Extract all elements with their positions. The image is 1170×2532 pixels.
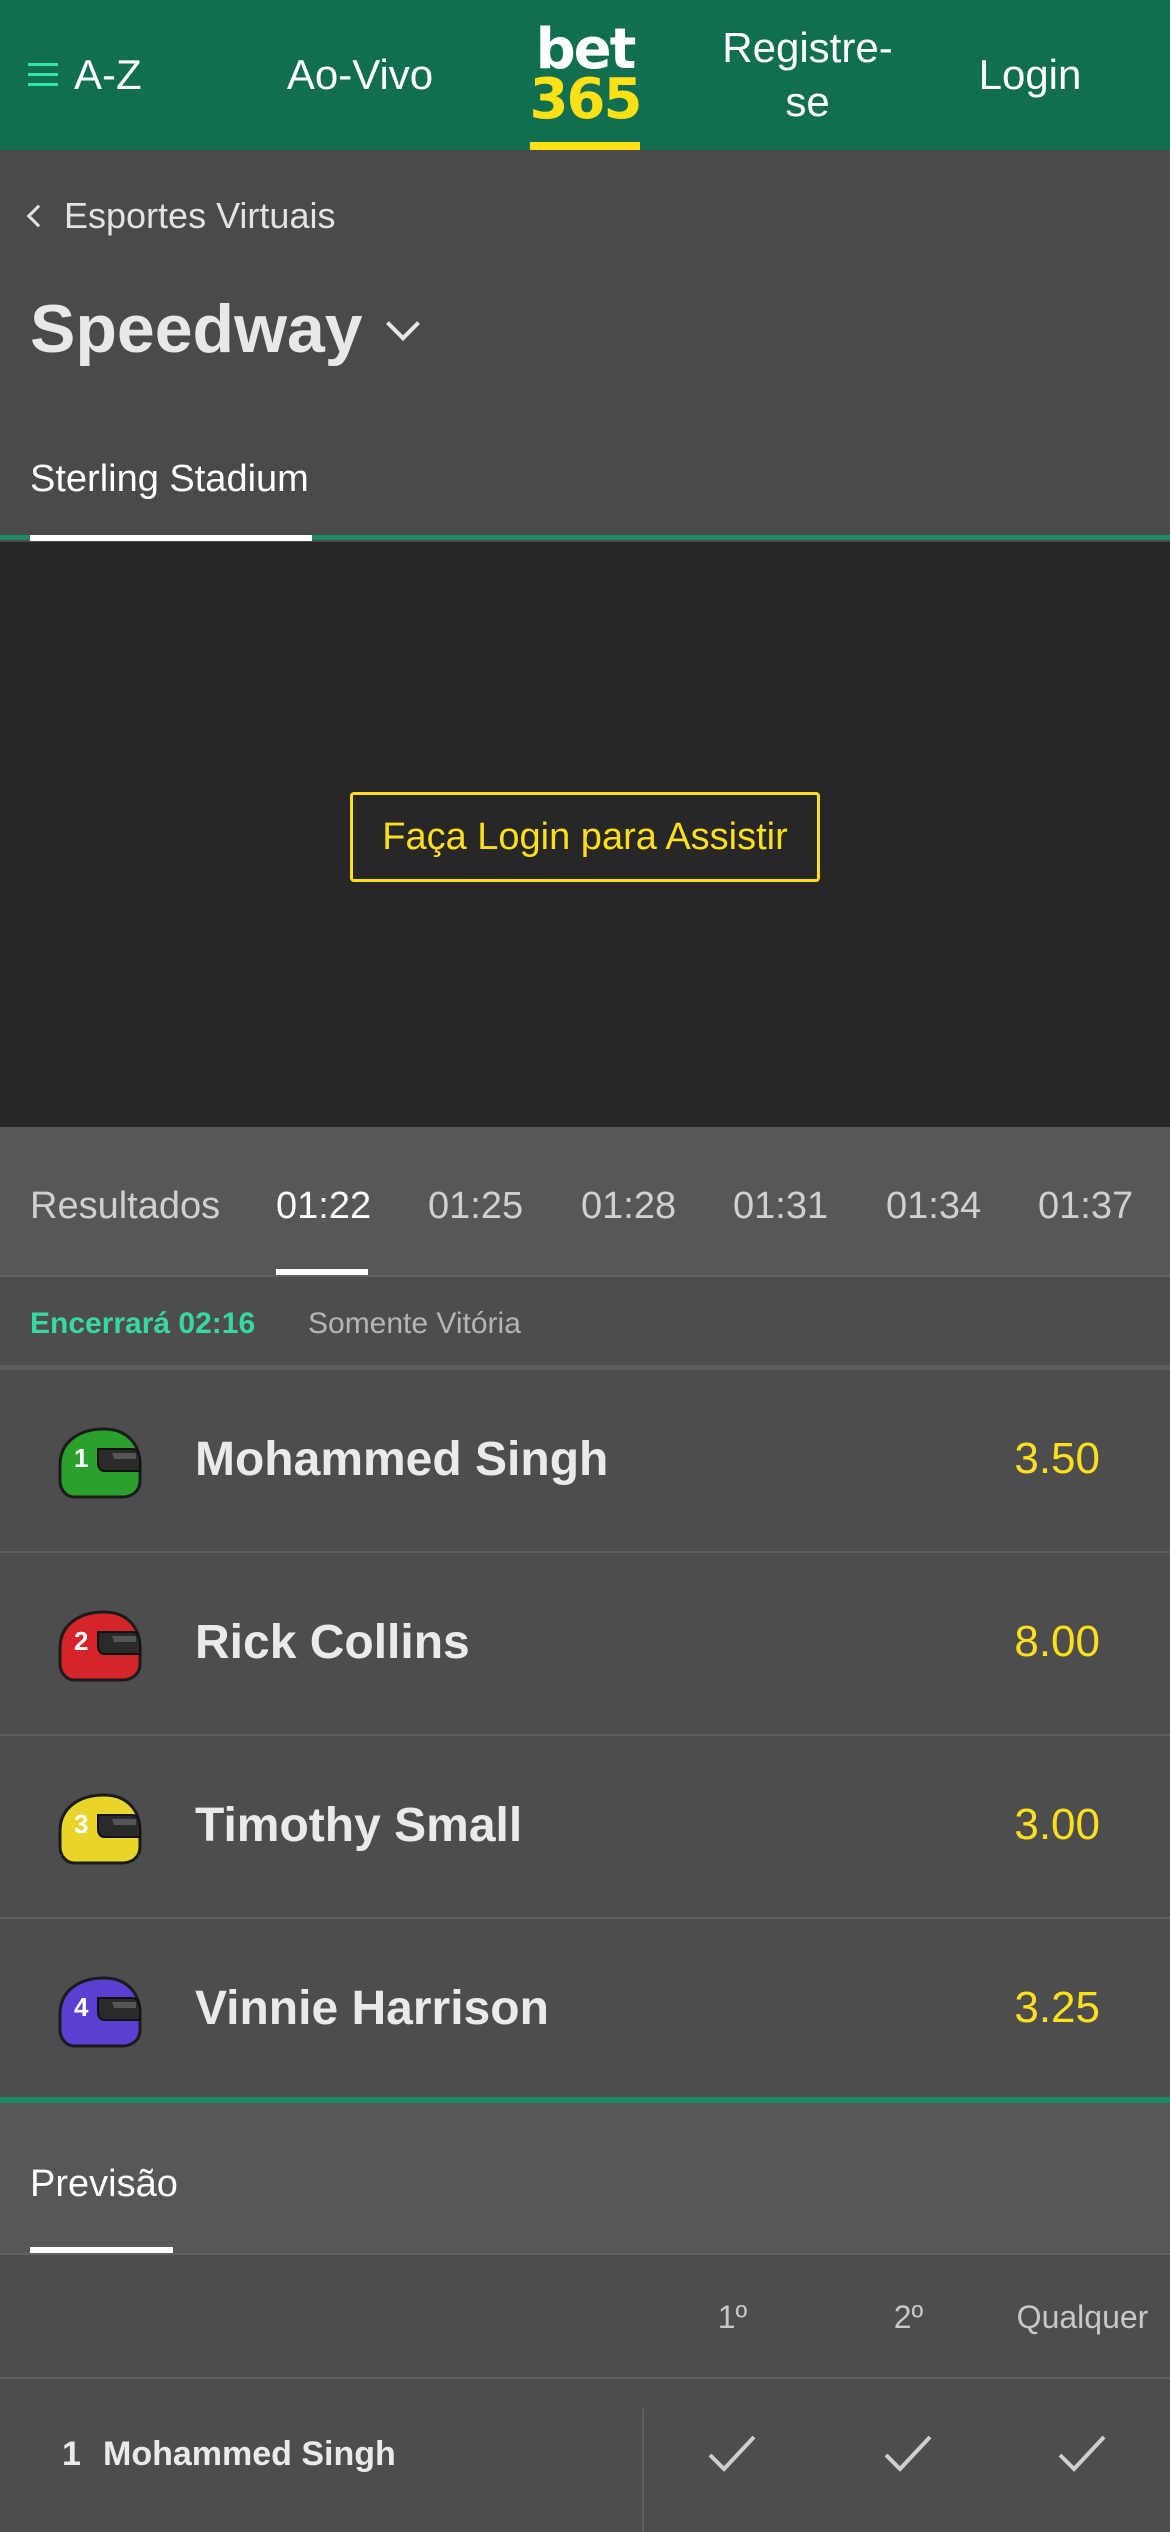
runner-odds-button[interactable]: 3.25 (1014, 1983, 1100, 2033)
menu-a-z-button[interactable]: A-Z (28, 0, 168, 150)
market-type-label: Somente Vitória (308, 1307, 521, 1340)
checkmark-second-icon[interactable] (878, 2423, 938, 2483)
logo-active-indicator (530, 142, 640, 150)
column-first: 1º (717, 2299, 748, 2335)
svg-text:3: 3 (74, 1809, 88, 1839)
tab-race-time[interactable]: 01:28 (581, 1185, 676, 1228)
runner-row[interactable]: 1 Mohammed Singh 3.50 (0, 1370, 1170, 1553)
forecast-row: 1 Mohammed Singh (0, 2379, 1170, 2532)
tab-forecast[interactable]: Previsão (30, 2163, 178, 2206)
checkmark-first-icon[interactable] (702, 2423, 762, 2483)
back-breadcrumb[interactable]: Esportes Virtuais (26, 195, 336, 237)
breadcrumb-label: Esportes Virtuais (64, 195, 336, 236)
tab-race-time[interactable]: 01:37 (1038, 1185, 1133, 1228)
hamburger-menu-icon (28, 63, 58, 87)
svg-text:1: 1 (74, 1443, 88, 1473)
sport-selector[interactable]: Speedway (30, 290, 420, 368)
purple-helmet-icon: 4 (58, 1976, 142, 2048)
race-time-tabs: Resultados 01:22 01:25 01:28 01:31 01:34… (0, 1127, 1170, 1275)
svg-text:4: 4 (74, 1992, 89, 2022)
tab-race-time[interactable]: 01:31 (733, 1185, 828, 1228)
login-link[interactable]: Login (960, 0, 1100, 150)
tab-race-time[interactable]: 01:22 (276, 1185, 371, 1228)
top-navigation-bar: A-Z Ao-Vivo bet 365 Registre- se Login (0, 0, 1170, 150)
register-label-line1: Registre- (722, 24, 893, 71)
column-second: 2º (893, 2299, 924, 2335)
tab-results[interactable]: Resultados (30, 1185, 220, 1228)
tab-sterling-stadium[interactable]: Sterling Stadium (30, 458, 309, 501)
red-helmet-icon: 2 (58, 1610, 142, 1682)
runner-name: Mohammed Singh (103, 2435, 396, 2473)
active-tab-indicator (30, 535, 312, 541)
runner-row[interactable]: 2 Rick Collins 8.00 (0, 1553, 1170, 1736)
runner-name: Mohammed Singh (195, 1433, 609, 1486)
runner-odds-button[interactable]: 3.50 (1014, 1434, 1100, 1484)
checkmark-any-icon[interactable] (1052, 2423, 1112, 2483)
tab-race-time[interactable]: 01:25 (428, 1185, 523, 1228)
runner-name: Vinnie Harrison (195, 1982, 549, 2035)
register-label-line2: se (785, 78, 830, 125)
login-to-watch-button[interactable]: Faça Login para Assistir (350, 792, 820, 882)
runner-row[interactable]: 3 Timothy Small 3.00 (0, 1736, 1170, 1919)
logo-text-365: 365 (529, 67, 643, 132)
column-any: Qualquer (1016, 2299, 1149, 2335)
race-closing-time: Encerrará 02:16 (30, 1307, 256, 1340)
page-title: Speedway (30, 291, 363, 367)
chevron-left-icon (26, 204, 50, 228)
svg-text:2: 2 (74, 1626, 88, 1656)
yellow-helmet-icon: 3 (58, 1793, 142, 1865)
runner-name: Timothy Small (195, 1799, 523, 1852)
live-in-play-link[interactable]: Ao-Vivo (260, 0, 460, 150)
video-stream-panel: Faça Login para Assistir (0, 542, 1170, 1127)
runner-odds-button[interactable]: 3.00 (1014, 1800, 1100, 1850)
menu-a-z-label: A-Z (74, 51, 142, 98)
forecast-column-header: 1º 2º Qualquer (0, 2253, 1170, 2379)
runner-name: Rick Collins (195, 1616, 470, 1669)
runner-number: 1 (62, 2435, 81, 2473)
green-helmet-icon: 1 (58, 1427, 142, 1499)
register-link[interactable]: Registre- se (705, 0, 910, 150)
runner-row[interactable]: 4 Vinnie Harrison 3.25 (0, 1919, 1170, 2102)
forecast-tab-bar: Previsão (0, 2103, 1170, 2253)
tab-race-time[interactable]: 01:34 (886, 1185, 981, 1228)
runner-odds-button[interactable]: 8.00 (1014, 1617, 1100, 1667)
bet365-logo[interactable]: bet 365 (529, 0, 643, 150)
chevron-down-icon (385, 307, 420, 341)
column-divider (642, 2409, 644, 2532)
race-status-bar: Encerrará 02:16 Somente Vitória (0, 1277, 1170, 1365)
